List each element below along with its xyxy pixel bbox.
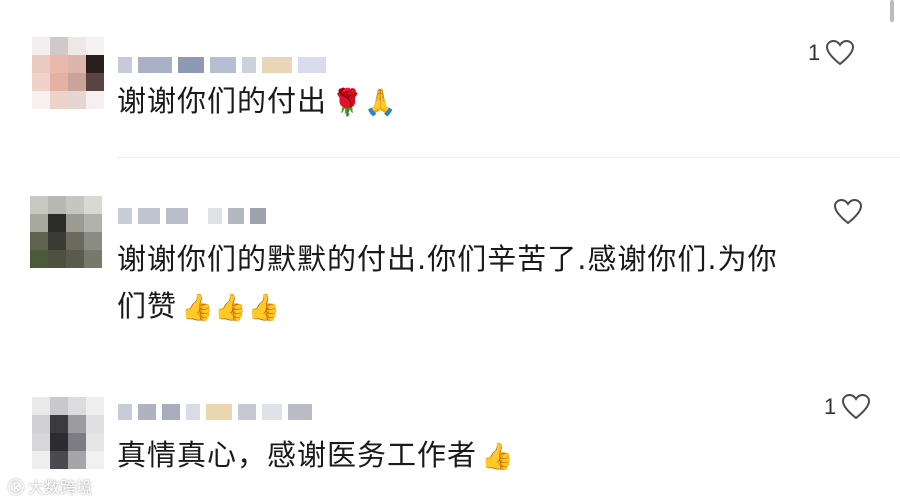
comment-text: 真情真心，感谢医务工作者 👍 — [117, 432, 514, 481]
like-count: 1 — [824, 394, 837, 419]
emoji: 👍 — [481, 442, 515, 472]
emoji: 🌹🙏 — [331, 88, 398, 118]
scrollbar[interactable] — [890, 0, 894, 22]
like-button[interactable]: 1 — [808, 40, 855, 66]
avatar[interactable] — [32, 37, 104, 109]
comment-body-line-2: 们赞 👍👍👍 — [117, 283, 778, 332]
comment-body: 谢谢你们的付出 — [117, 84, 328, 118]
avatar[interactable] — [32, 397, 104, 469]
username-blurred[interactable] — [118, 401, 312, 423]
username-blurred[interactable] — [118, 54, 326, 76]
comment-text: 谢谢你们的付出 🌹🙏 — [117, 78, 398, 127]
heart-icon — [834, 199, 862, 225]
comment-body: 真情真心，感谢医务工作者 — [117, 438, 478, 472]
heart-icon — [826, 40, 855, 66]
divider — [117, 157, 900, 158]
watermark-text: 大数跨境 — [28, 478, 93, 497]
like-button[interactable]: 1 — [824, 394, 871, 420]
watermark: ⓚ 大数跨境 — [8, 474, 92, 498]
comment-body-line-1: 谢谢你们的默默的付出.你们辛苦了.感谢你们.为你 — [117, 242, 778, 276]
comment-text: 谢谢你们的默默的付出.你们辛苦了.感谢你们.为你 们赞 👍👍👍 — [117, 236, 778, 332]
heart-icon — [842, 394, 871, 420]
username-blurred[interactable] — [118, 205, 266, 227]
like-count: 1 — [808, 40, 821, 65]
comment-body: 们赞 — [117, 289, 178, 323]
like-button[interactable] — [834, 199, 862, 225]
avatar[interactable] — [30, 196, 102, 268]
watermark-logo-icon: ⓚ — [8, 478, 25, 497]
emoji: 👍👍👍 — [181, 293, 282, 323]
